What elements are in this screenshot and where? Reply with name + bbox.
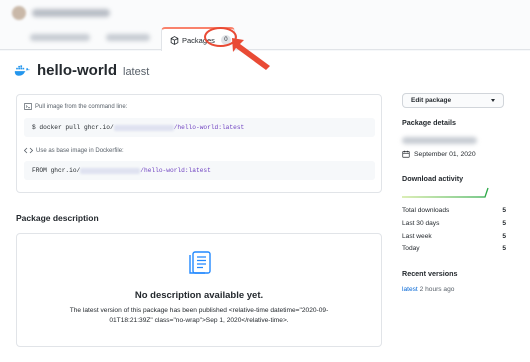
- edit-package-button[interactable]: Edit package: [402, 93, 504, 108]
- stat-total-downloads: Total downloads 5: [402, 207, 506, 214]
- version-link[interactable]: latest: [402, 286, 418, 293]
- package-title: hello-world latest: [14, 62, 149, 79]
- stat-value: 5: [502, 245, 506, 252]
- top-bar: [0, 0, 530, 26]
- annotation-arrow-icon: [232, 38, 270, 70]
- stat-label: Today: [402, 245, 420, 252]
- owner-redacted[interactable]: [402, 137, 477, 144]
- stat-value: 5: [502, 233, 506, 240]
- dockerfile-command[interactable]: FROM ghcr.io/ /hello-world:latest: [24, 161, 375, 180]
- from-command-suffix: /hello-world:latest: [140, 167, 211, 174]
- recent-versions-heading: Recent versions: [402, 269, 458, 278]
- from-command-prefix: FROM ghcr.io/: [32, 167, 81, 174]
- stat-today: Today 5: [402, 245, 506, 252]
- download-activity-heading: Download activity: [402, 174, 464, 183]
- pull-label-text: Pull image from the command line:: [35, 103, 128, 110]
- terminal-icon: [24, 103, 32, 110]
- tab-redacted-2[interactable]: [106, 34, 150, 41]
- pull-label: Pull image from the command line:: [24, 103, 127, 110]
- document-icon: [189, 251, 211, 274]
- owner-redacted: [113, 124, 174, 131]
- install-instructions: Pull image from the command line: $ dock…: [16, 94, 382, 193]
- version-time: 2 hours ago: [419, 286, 455, 293]
- avatar[interactable]: [12, 6, 26, 20]
- base-label: Use as base image in Dockerfile:: [24, 147, 124, 154]
- owner-redacted: [80, 167, 141, 174]
- stat-value: 5: [502, 207, 506, 214]
- base-label-text: Use as base image in Dockerfile:: [36, 147, 124, 154]
- published-date-row: September 01, 2020: [402, 150, 476, 158]
- pull-command-prefix: $ docker pull ghcr.io/: [32, 124, 114, 131]
- pull-command[interactable]: $ docker pull ghcr.io/ /hello-world:lates…: [24, 118, 375, 137]
- empty-description-title: No description available yet.: [134, 290, 264, 301]
- tab-redacted-1[interactable]: [30, 34, 90, 41]
- empty-description-text: The latest version of this package has b…: [69, 307, 329, 324]
- code-icon: [24, 147, 33, 154]
- stat-last-30-days: Last 30 days 5: [402, 220, 506, 227]
- stat-label: Last week: [402, 233, 432, 240]
- package-icon: [170, 35, 179, 45]
- pull-command-suffix: /hello-world:latest: [173, 124, 245, 131]
- recent-version-item: latest 2 hours ago: [402, 286, 454, 293]
- caret-down-icon: [491, 99, 495, 102]
- stat-last-week: Last week 5: [402, 233, 506, 240]
- owner-name-redacted[interactable]: [32, 9, 110, 17]
- description-heading: Package description: [16, 213, 99, 223]
- published-date: September 01, 2020: [414, 150, 476, 158]
- calendar-icon: [402, 150, 410, 158]
- download-sparkline: [402, 187, 489, 198]
- stat-label: Last 30 days: [402, 220, 440, 227]
- stat-label: Total downloads: [402, 207, 450, 214]
- package-name: hello-world: [37, 62, 117, 79]
- stat-value: 5: [502, 220, 506, 227]
- package-details-heading: Package details: [402, 118, 456, 127]
- docker-icon: [14, 64, 31, 76]
- package-tag: latest: [123, 66, 150, 78]
- edit-package-label: Edit package: [411, 97, 452, 104]
